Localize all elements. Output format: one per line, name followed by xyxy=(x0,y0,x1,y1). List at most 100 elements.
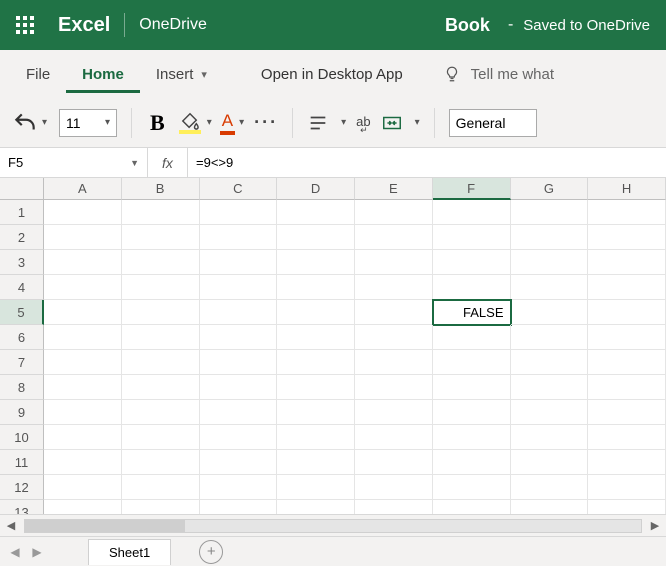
cell-C5[interactable] xyxy=(200,300,278,325)
cell-F9[interactable] xyxy=(433,400,511,425)
wrap-text-button[interactable]: ab ↵ xyxy=(356,114,370,131)
cell-G4[interactable] xyxy=(511,275,589,300)
cell-B11[interactable] xyxy=(122,450,200,475)
sheet-nav-next-icon[interactable]: ▶ xyxy=(26,545,48,559)
cell-H9[interactable] xyxy=(588,400,666,425)
cells-area[interactable]: FALSE xyxy=(44,200,666,514)
location-label[interactable]: OneDrive xyxy=(139,16,207,34)
cell-H10[interactable] xyxy=(588,425,666,450)
cell-H13[interactable] xyxy=(588,500,666,514)
undo-button[interactable]: ▾ xyxy=(10,108,49,138)
cell-D2[interactable] xyxy=(277,225,355,250)
save-status[interactable]: Saved to OneDrive xyxy=(523,17,650,34)
app-launcher-icon[interactable] xyxy=(16,16,34,34)
cell-G1[interactable] xyxy=(511,200,589,225)
spreadsheet-grid[interactable]: ABCDEFGH 12345678910111213 FALSE xyxy=(0,178,666,514)
cell-G6[interactable] xyxy=(511,325,589,350)
cell-H7[interactable] xyxy=(588,350,666,375)
cell-B8[interactable] xyxy=(122,375,200,400)
cell-D12[interactable] xyxy=(277,475,355,500)
row-header-12[interactable]: 12 xyxy=(0,475,44,500)
sheet-nav-prev-icon[interactable]: ◀ xyxy=(4,545,26,559)
font-size-selector[interactable]: 11 ▾ xyxy=(59,109,117,137)
tell-me-search[interactable]: Tell me what xyxy=(471,66,554,83)
scroll-right-icon[interactable]: ▶ xyxy=(644,519,666,532)
scroll-track[interactable] xyxy=(24,519,642,533)
cell-D6[interactable] xyxy=(277,325,355,350)
cell-B12[interactable] xyxy=(122,475,200,500)
cell-E10[interactable] xyxy=(355,425,433,450)
cell-F10[interactable] xyxy=(433,425,511,450)
add-sheet-button[interactable]: + xyxy=(199,540,223,564)
cell-H3[interactable] xyxy=(588,250,666,275)
chevron-down-icon[interactable]: ▾ xyxy=(42,117,47,128)
cell-B3[interactable] xyxy=(122,250,200,275)
chevron-down-icon[interactable]: ▼ xyxy=(130,158,139,168)
cell-F6[interactable] xyxy=(433,325,511,350)
tab-home[interactable]: Home xyxy=(66,56,140,93)
row-header-4[interactable]: 4 xyxy=(0,275,44,300)
row-header-6[interactable]: 6 xyxy=(0,325,44,350)
scroll-thumb[interactable] xyxy=(25,520,185,532)
row-header-2[interactable]: 2 xyxy=(0,225,44,250)
cell-D5[interactable] xyxy=(277,300,355,325)
bold-button[interactable]: B xyxy=(146,110,169,136)
sheet-tab-sheet1[interactable]: Sheet1 xyxy=(88,539,171,565)
row-header-3[interactable]: 3 xyxy=(0,250,44,275)
cell-G5[interactable] xyxy=(511,300,589,325)
cell-A11[interactable] xyxy=(44,450,122,475)
cell-C8[interactable] xyxy=(200,375,278,400)
cell-B2[interactable] xyxy=(122,225,200,250)
cell-H5[interactable] xyxy=(588,300,666,325)
cell-F11[interactable] xyxy=(433,450,511,475)
column-header-E[interactable]: E xyxy=(355,178,433,200)
cell-E3[interactable] xyxy=(355,250,433,275)
cell-E8[interactable] xyxy=(355,375,433,400)
cell-G2[interactable] xyxy=(511,225,589,250)
cell-C9[interactable] xyxy=(200,400,278,425)
cell-A10[interactable] xyxy=(44,425,122,450)
name-box[interactable]: F5 ▼ xyxy=(0,148,148,177)
cell-D8[interactable] xyxy=(277,375,355,400)
horizontal-scrollbar[interactable]: ◀ ▶ xyxy=(0,514,666,536)
cell-F1[interactable] xyxy=(433,200,511,225)
cell-G3[interactable] xyxy=(511,250,589,275)
cell-F5[interactable]: FALSE xyxy=(433,300,511,325)
chevron-down-icon[interactable]: ▾ xyxy=(105,117,110,128)
row-header-7[interactable]: 7 xyxy=(0,350,44,375)
cell-A1[interactable] xyxy=(44,200,122,225)
cell-A7[interactable] xyxy=(44,350,122,375)
cell-C2[interactable] xyxy=(200,225,278,250)
chevron-down-icon[interactable]: ▾ xyxy=(415,117,420,128)
column-header-F[interactable]: F xyxy=(433,178,511,200)
cell-D9[interactable] xyxy=(277,400,355,425)
open-in-desktop-app[interactable]: Open in Desktop App xyxy=(251,66,413,83)
row-header-13[interactable]: 13 xyxy=(0,500,44,514)
cell-H12[interactable] xyxy=(588,475,666,500)
cell-F4[interactable] xyxy=(433,275,511,300)
row-header-1[interactable]: 1 xyxy=(0,200,44,225)
cell-B1[interactable] xyxy=(122,200,200,225)
cell-H2[interactable] xyxy=(588,225,666,250)
cell-A9[interactable] xyxy=(44,400,122,425)
row-header-9[interactable]: 9 xyxy=(0,400,44,425)
cell-H6[interactable] xyxy=(588,325,666,350)
cell-F2[interactable] xyxy=(433,225,511,250)
fx-button[interactable]: fx xyxy=(148,148,188,177)
cell-D1[interactable] xyxy=(277,200,355,225)
cell-C4[interactable] xyxy=(200,275,278,300)
cell-H1[interactable] xyxy=(588,200,666,225)
chevron-down-icon[interactable]: ▾ xyxy=(341,117,346,128)
cell-H11[interactable] xyxy=(588,450,666,475)
document-name[interactable]: Book xyxy=(445,15,490,36)
cell-D10[interactable] xyxy=(277,425,355,450)
column-header-A[interactable]: A xyxy=(44,178,122,200)
column-header-G[interactable]: G xyxy=(511,178,589,200)
merge-cells-button[interactable] xyxy=(381,112,403,134)
cell-E13[interactable] xyxy=(355,500,433,514)
formula-input[interactable]: =9<>9 xyxy=(188,148,666,177)
cell-E5[interactable] xyxy=(355,300,433,325)
cell-B10[interactable] xyxy=(122,425,200,450)
cell-E2[interactable] xyxy=(355,225,433,250)
cell-D3[interactable] xyxy=(277,250,355,275)
